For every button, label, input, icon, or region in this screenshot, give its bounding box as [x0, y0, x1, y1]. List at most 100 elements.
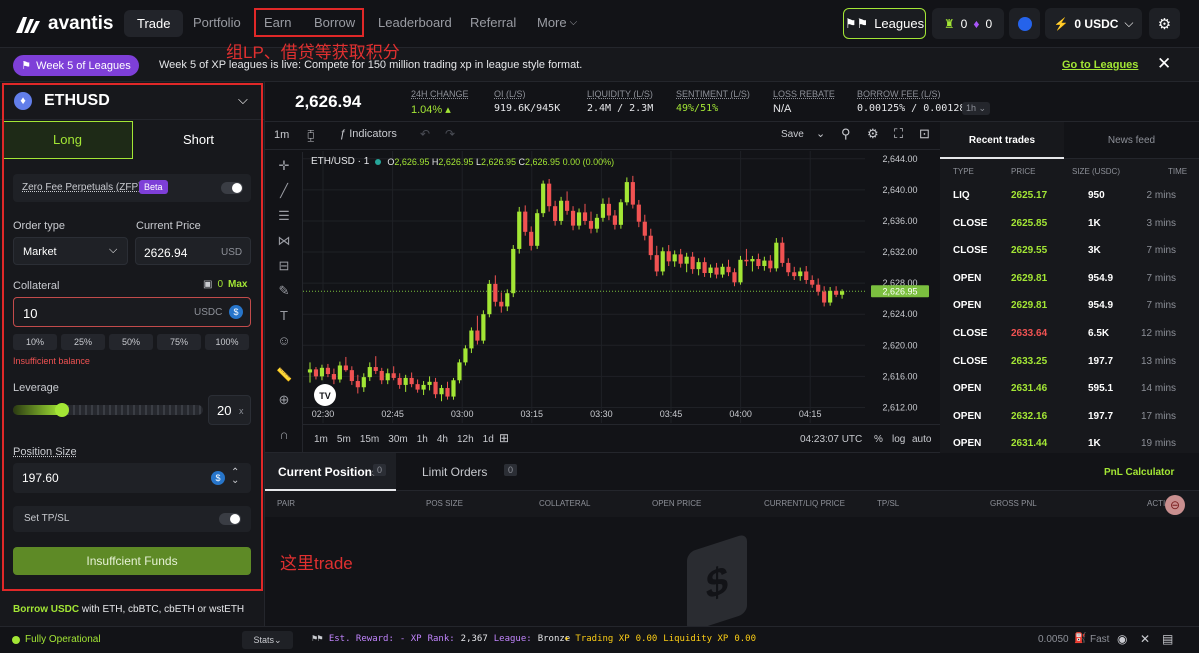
candle-body — [696, 262, 701, 270]
docs-icon[interactable]: ▤ — [1162, 632, 1173, 646]
recent-trades-panel: Recent trades News feed TYPE PRICE SIZE … — [940, 122, 1199, 453]
go-to-leagues-link[interactable]: Go to Leagues — [1062, 59, 1138, 71]
current-positions-count: 0 — [373, 464, 387, 476]
redo-icon[interactable]: ↷ — [445, 127, 455, 141]
tab-current-positions[interactable]: Current Positions 0 — [265, 453, 396, 491]
candle-body — [732, 272, 737, 283]
tab-recent-trades[interactable]: Recent trades — [940, 122, 1064, 159]
week-badge[interactable]: ⚑ Week 5 of Leagues — [13, 55, 139, 76]
ohlc-change: 0.00 (0.00%) — [562, 156, 615, 167]
text-icon[interactable]: T — [276, 308, 292, 324]
fullscreen-icon[interactable]: ⛶ — [894, 126, 903, 142]
gear-icon: ⚙ — [1157, 15, 1172, 33]
borrow-promo-text: with ETH, cbBTC, cbETH or wstETH — [81, 604, 245, 615]
camera-icon[interactable]: ⊡ — [919, 126, 930, 142]
candle-body — [726, 266, 731, 273]
candle-body — [720, 266, 725, 275]
stats-dropdown[interactable]: Stats⌄ — [242, 631, 293, 649]
col-price-header: PRICE — [1011, 167, 1036, 176]
bottom-interval-1h[interactable]: 1h — [417, 434, 428, 445]
wallet-balance-button[interactable]: ⚡ 0 USDC ⌵ — [1045, 8, 1142, 39]
undo-icon[interactable]: ↶ — [420, 127, 430, 141]
fee-period-select[interactable]: 1h ⌄ — [962, 102, 991, 115]
nav-more[interactable]: More ⌵ — [537, 15, 577, 30]
trade-type: OPEN — [953, 410, 982, 422]
pnl-calculator-link[interactable]: PnL Calculator — [1104, 467, 1174, 478]
date-range-icon[interactable]: ⊞ — [499, 431, 509, 445]
candle-body — [487, 283, 492, 315]
candles-icon[interactable]: ⧮ — [307, 128, 315, 143]
candle-body — [331, 374, 336, 380]
tab-news-feed[interactable]: News feed — [1064, 122, 1199, 159]
trend-line-icon[interactable]: ╱ — [276, 183, 292, 199]
pattern-icon[interactable]: ⋈ — [276, 233, 292, 249]
brush-icon[interactable]: ✎ — [276, 283, 292, 299]
empty-positions-icon: $ — [687, 533, 747, 633]
bottom-interval-12h[interactable]: 12h — [457, 434, 474, 445]
candle-body — [427, 381, 432, 385]
gear-icon[interactable]: ⚙ — [867, 126, 879, 142]
sparkle-icon: ✦ — [564, 634, 570, 644]
trade-price: 2625.85 — [1011, 217, 1048, 229]
candle-body — [648, 235, 653, 256]
ruler-icon[interactable]: 📏 — [276, 367, 292, 383]
chart-time: 04:23:07 UTC — [800, 434, 863, 445]
status-footer: Fully Operational Stats⌄ ⚑⚑ Est. Reward:… — [0, 626, 1199, 653]
candle-body — [636, 204, 641, 222]
annotation-box-earn — [254, 8, 364, 37]
bottom-interval-30m[interactable]: 30m — [388, 434, 407, 445]
nav-leaderboard[interactable]: Leaderboard — [378, 15, 452, 30]
bottom-interval-1m[interactable]: 1m — [314, 434, 328, 445]
discord-icon[interactable]: ◉ — [1117, 632, 1127, 646]
bottom-interval-group: 1m 5m 15m 30m 1h 4h 12h 1d — [314, 434, 494, 445]
nav-referral[interactable]: Referral — [470, 15, 516, 30]
network-selector[interactable] — [1009, 8, 1040, 39]
chevron-down-icon[interactable]: ⌄ — [816, 127, 825, 140]
crosshair-icon[interactable]: ✛ — [276, 158, 292, 174]
brand-logo[interactable]: avantis — [16, 13, 113, 35]
candle-body — [678, 254, 683, 264]
trade-price: 2633.25 — [1011, 355, 1048, 367]
candle-body — [618, 202, 623, 225]
wallet-balance: 0 USDC — [1074, 16, 1119, 31]
borrow-usdc-link[interactable]: Borrow USDC — [13, 604, 79, 615]
bottom-interval-4h[interactable]: 4h — [437, 434, 448, 445]
stat-loss-rebate-label: LOSS REBATE — [773, 89, 835, 99]
xp-pill[interactable]: ♜ 0 ♦ 0 — [932, 8, 1004, 39]
stats-label: Stats — [253, 635, 274, 645]
scale-log[interactable]: log — [892, 434, 905, 445]
candlestick-chart[interactable]: 2,644.002,640.002,636.002,632.002,628.00… — [303, 151, 940, 423]
zoom-in-icon[interactable]: ⊕ — [276, 392, 292, 408]
quick-search-icon[interactable]: ⚲ — [841, 126, 851, 142]
nav-portfolio[interactable]: Portfolio — [193, 15, 241, 30]
annotation-earn: 组LP、借贷等获取积分 — [226, 43, 400, 62]
user-avatar-icon[interactable]: ⊖ — [1165, 495, 1185, 515]
indicators-button[interactable]: ƒ Indicators — [340, 128, 397, 140]
save-button[interactable]: Save — [781, 129, 804, 140]
tab-limit-orders[interactable]: Limit Orders 0 — [396, 453, 527, 491]
annotation-box-trade — [2, 83, 263, 591]
bottom-interval-15m[interactable]: 15m — [360, 434, 379, 445]
bottom-interval-5m[interactable]: 5m — [337, 434, 351, 445]
x-twitter-icon[interactable]: ✕ — [1140, 632, 1150, 646]
leagues-button[interactable]: ⚑⚑ Leagues — [843, 8, 926, 39]
scale-auto[interactable]: auto — [912, 434, 931, 445]
nav-trade[interactable]: Trade — [124, 10, 184, 37]
bottom-interval-1d[interactable]: 1d — [483, 434, 494, 445]
scale-percent[interactable]: % — [874, 434, 883, 445]
trade-time: 17 mins — [1141, 410, 1177, 422]
candle-body — [714, 267, 719, 275]
candle-body — [684, 256, 689, 264]
emoji-icon[interactable]: ☺ — [276, 333, 292, 349]
candle-body — [792, 272, 797, 277]
stat-liquidity-value: 2.4M / 2.3M — [587, 103, 654, 114]
settings-button[interactable]: ⚙ — [1149, 8, 1180, 39]
horizontal-lines-icon[interactable]: ☰ — [276, 208, 292, 224]
projection-icon[interactable]: ⊟ — [276, 258, 292, 274]
candle-body — [337, 365, 342, 380]
magnet-icon[interactable]: ∩ — [276, 427, 292, 443]
close-banner-icon[interactable]: ✕ — [1157, 54, 1171, 74]
chart-interval-button[interactable]: 1m — [274, 129, 289, 141]
gas-speed[interactable]: Fast — [1090, 634, 1109, 645]
xp-count-1: 0 — [960, 16, 968, 31]
